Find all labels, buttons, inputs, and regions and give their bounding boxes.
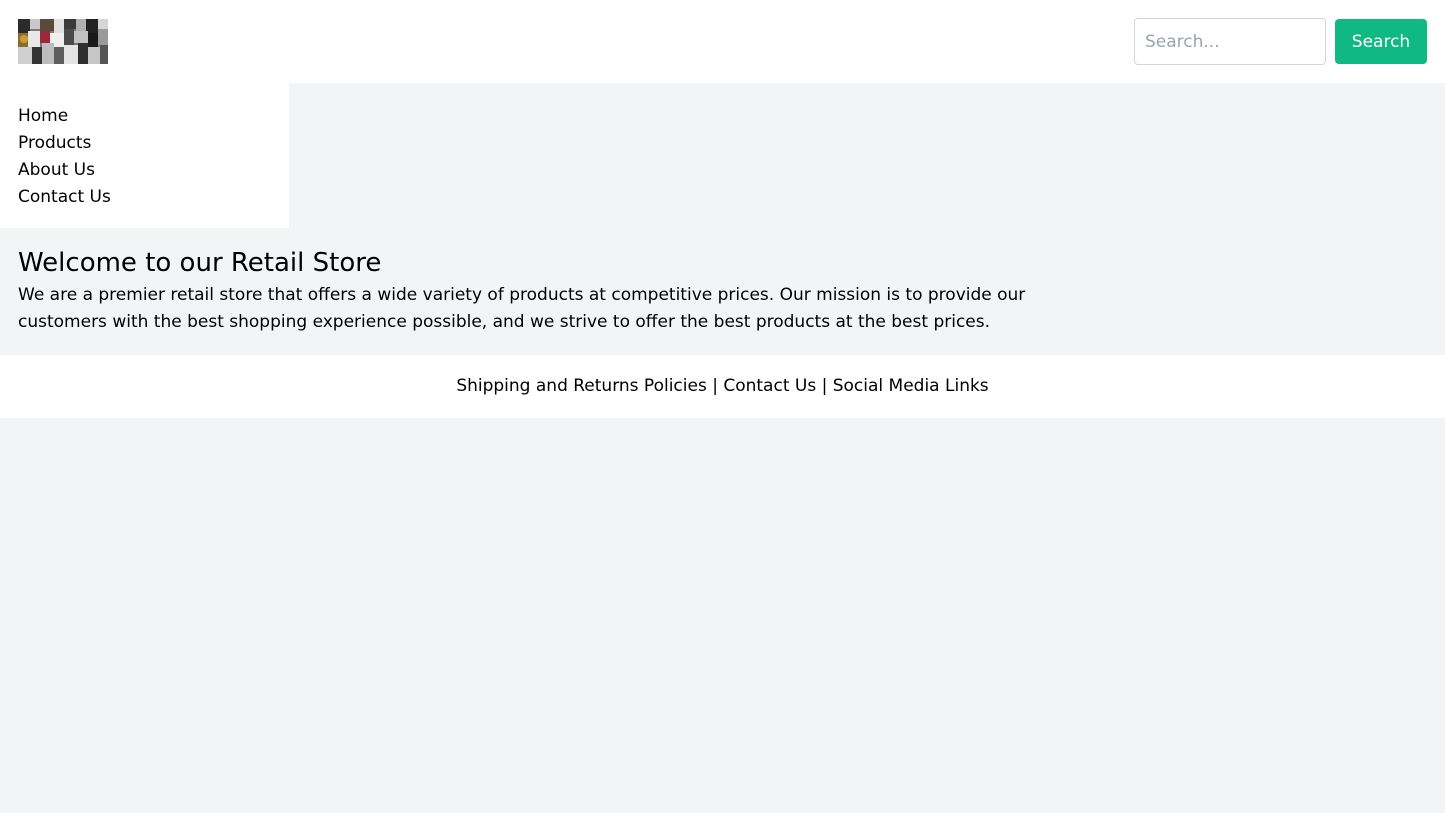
search-button[interactable]: Search [1335, 19, 1427, 64]
main-content: Welcome to our Retail Store We are a pre… [18, 244, 1118, 336]
sidebar-nav: Home Products About Us Contact Us [0, 83, 289, 228]
sidebar-item-products[interactable]: Products [18, 130, 271, 157]
logo-image[interactable] [18, 19, 108, 64]
footer-links[interactable]: Shipping and Returns Policies | Contact … [456, 376, 988, 396]
page-title: Welcome to our Retail Store [18, 248, 382, 278]
sidebar-item-about-us[interactable]: About Us [18, 157, 271, 184]
site-footer: Shipping and Returns Policies | Contact … [0, 355, 1445, 418]
sidebar-item-contact-us[interactable]: Contact Us [18, 184, 271, 211]
search-input[interactable] [1134, 18, 1326, 65]
site-header: Search [0, 0, 1445, 83]
page-description: We are a premier retail store that offer… [18, 285, 1026, 332]
sidebar-item-home[interactable]: Home [18, 103, 271, 130]
